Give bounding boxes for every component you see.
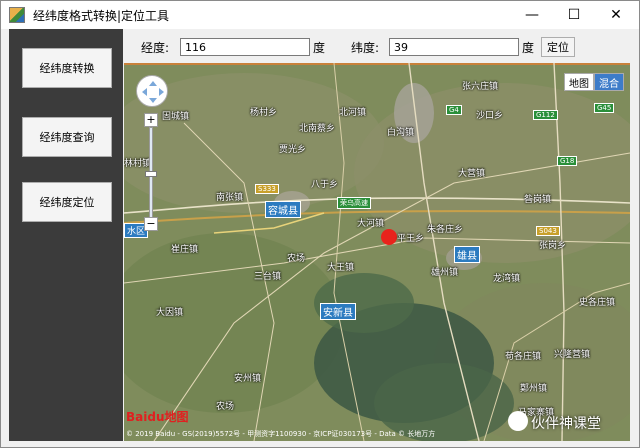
place-label: 雄州镇	[431, 268, 459, 278]
place-label: 兴隆营镇	[554, 350, 591, 360]
convert-button[interactable]: 经纬度转换	[22, 48, 112, 88]
longitude-label: 经度:	[141, 41, 170, 55]
place-label[interactable]: 雄县	[454, 246, 480, 263]
zoom-out-button[interactable]: −	[144, 217, 158, 231]
coordinate-toolbar: 经度: 度 纬度: 度 定位	[123, 29, 639, 63]
app-icon	[9, 7, 25, 23]
place-label[interactable]: 安新县	[320, 303, 356, 320]
latitude-input[interactable]	[389, 38, 519, 56]
minimize-button[interactable]: —	[512, 1, 552, 29]
longitude-unit: 度	[313, 41, 326, 55]
place-label: 张六庄镇	[462, 82, 499, 92]
place-label: 龙湾镇	[493, 274, 521, 284]
map-attribution: © 2019 Baidu - GS(2019)5572号 - 甲测资字11009…	[126, 430, 436, 438]
place-label: 八于乡	[311, 180, 339, 190]
place-label: 大因镇	[156, 308, 184, 318]
place-label: 农场	[216, 402, 235, 412]
zoom-in-button[interactable]: +	[144, 113, 158, 127]
baidu-logo: Baidu地图	[126, 410, 189, 424]
place-label: 安州镇	[234, 374, 262, 384]
highway-shield: G112	[533, 110, 558, 120]
place-label: 南张镇	[216, 193, 244, 203]
place-label: 三台镇	[254, 272, 282, 282]
highway-shield: S333	[255, 184, 279, 194]
location-marker[interactable]	[381, 229, 397, 245]
latitude-label: 纬度:	[351, 41, 380, 55]
locate-button[interactable]: 定位	[541, 37, 575, 57]
place-label: 崔庄镇	[171, 245, 199, 255]
place-label: 大王镇	[327, 263, 355, 273]
locate-panel-button[interactable]: 经纬度定位	[22, 182, 112, 222]
watermark-icon	[508, 411, 528, 431]
longitude-input[interactable]	[180, 38, 310, 56]
maximize-button[interactable]: ☐	[554, 1, 594, 29]
place-label: 鄚州镇	[520, 384, 548, 394]
close-button[interactable]: ✕	[596, 1, 636, 29]
expressway-label: 荣乌高速	[337, 197, 371, 209]
place-label: 白沟镇	[387, 128, 415, 138]
place-label: 大营镇	[458, 169, 486, 179]
window-title: 经纬度格式转换|定位工具	[33, 8, 170, 23]
map-type-map[interactable]: 地图	[564, 73, 594, 91]
place-label: 杨村乡	[250, 108, 278, 118]
place-label: 平王乡	[397, 234, 425, 244]
place-label: 贾光乡	[279, 145, 307, 155]
zoom-control[interactable]: + −	[144, 113, 158, 233]
query-button[interactable]: 经纬度查询	[22, 117, 112, 157]
place-label: 朱各庄乡	[427, 225, 464, 235]
place-label: 固城镇	[162, 112, 190, 122]
place-label: 昝岗镇	[524, 195, 552, 205]
place-label[interactable]: 容城县	[265, 201, 301, 218]
place-label: 北河镇	[339, 108, 367, 118]
title-bar[interactable]: 经纬度格式转换|定位工具 — ☐ ✕	[1, 1, 639, 29]
watermark-text: 伙伴神课堂	[531, 416, 601, 432]
latitude-unit: 度	[522, 41, 535, 55]
place-label: 史各庄镇	[579, 298, 616, 308]
left-panel: 经纬度转换 经纬度查询 经纬度定位	[9, 29, 123, 441]
highway-shield: G45	[594, 103, 615, 113]
map-type-hybrid[interactable]: 混合	[594, 73, 624, 91]
zoom-slider-handle[interactable]	[145, 171, 157, 177]
highway-shield: G18	[557, 156, 578, 166]
pan-control[interactable]	[136, 75, 168, 107]
place-label: 苟各庄镇	[505, 352, 542, 362]
place-label: 大河镇	[357, 219, 385, 229]
place-label: 农场	[287, 254, 306, 264]
place-label: 张岗乡	[539, 241, 567, 251]
highway-shield: G4	[446, 105, 462, 115]
place-label: 沙口乡	[476, 111, 504, 121]
place-label: 北南蔡乡	[299, 124, 336, 134]
highway-shield: S043	[536, 226, 560, 236]
map-view[interactable]: 容城县 雄县 安新县 张六庄镇 固城镇 杨村乡 北河镇 白沟镇 沙口乡 北南蔡乡…	[124, 63, 630, 441]
app-window: 经纬度格式转换|定位工具 — ☐ ✕ 经纬度转换 经纬度查询 经纬度定位 经度:…	[0, 0, 640, 448]
